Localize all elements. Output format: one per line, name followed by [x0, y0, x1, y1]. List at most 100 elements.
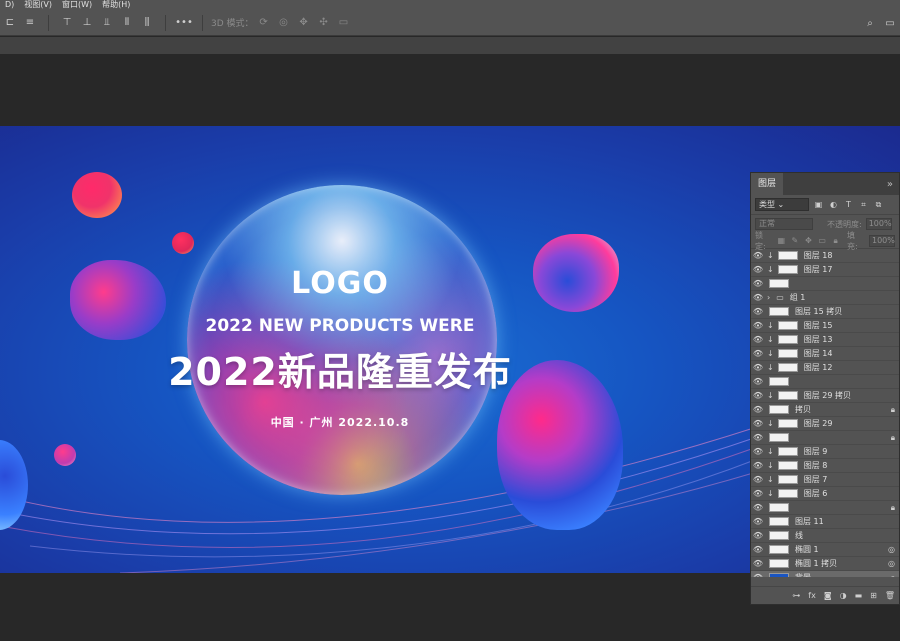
menu-item-partial[interactable]: D): [0, 0, 19, 10]
visibility-eye-icon[interactable]: 👁︎: [751, 251, 765, 260]
3d-roll-icon[interactable]: ◎: [277, 16, 291, 30]
layer-thumbnail: [777, 363, 798, 372]
visibility-eye-icon[interactable]: 👁︎: [751, 433, 765, 442]
visibility-eye-icon[interactable]: 👁︎: [751, 475, 765, 484]
layer-row[interactable]: 👁︎ ↓ 图层 29: [751, 417, 899, 431]
search-icon[interactable]: ⌕: [863, 16, 877, 30]
layer-row[interactable]: 👁︎ › ▭ 组 1: [751, 291, 899, 305]
layer-row[interactable]: 👁︎ 🔒︎: [751, 431, 899, 445]
3d-pan-icon[interactable]: ✥: [297, 16, 311, 30]
visibility-eye-icon[interactable]: 👁︎: [751, 265, 765, 274]
new-group-icon[interactable]: ▬: [855, 591, 863, 600]
align-center-icon[interactable]: ≡: [23, 16, 37, 30]
layer-row[interactable]: 👁︎ 🔒︎: [751, 501, 899, 515]
visibility-eye-icon[interactable]: 👁︎: [751, 419, 765, 428]
layers-panel: 图层 » 类型 ⌄ ▣ ◐ T ⌗ ⧉ 正常 不透明度: 100% 锁定: ▦ …: [750, 172, 900, 605]
delete-layer-icon[interactable]: 🗑︎: [885, 591, 895, 600]
blend-mode-select[interactable]: 正常: [755, 218, 813, 230]
layer-row[interactable]: 👁︎ 椭圆 1 ◎: [751, 543, 899, 557]
visibility-eye-icon[interactable]: 👁︎: [751, 335, 765, 344]
layer-row[interactable]: 👁︎ ↓ 图层 13: [751, 333, 899, 347]
opacity-field[interactable]: 100%: [865, 218, 892, 230]
visibility-eye-icon[interactable]: 👁︎: [751, 405, 765, 414]
visibility-eye-icon[interactable]: 👁︎: [751, 377, 765, 386]
align-middle-icon[interactable]: ⊥: [80, 16, 94, 30]
fill-field[interactable]: 100%: [869, 234, 895, 247]
visibility-eye-icon[interactable]: 👁︎: [751, 321, 765, 330]
layer-row[interactable]: 👁︎ ↓ 图层 12: [751, 361, 899, 375]
panel-collapse-icon[interactable]: »: [887, 179, 899, 190]
layer-row[interactable]: 👁︎ 拷贝 🔒︎: [751, 403, 899, 417]
layer-effects-icon: ◎: [888, 559, 895, 568]
layer-lock-icon: 🔒︎: [890, 572, 895, 578]
lock-artboard-icon[interactable]: ▭: [817, 236, 828, 245]
add-mask-icon[interactable]: ◙: [824, 591, 832, 600]
layer-name: 背景: [795, 572, 811, 577]
layer-row[interactable]: 👁︎ 背景 🔒︎: [751, 571, 899, 577]
visibility-eye-icon[interactable]: 👁︎: [751, 461, 765, 470]
visibility-eye-icon[interactable]: 👁︎: [751, 279, 765, 288]
distribute-h-icon[interactable]: ⫼: [140, 16, 154, 30]
workspace-icon[interactable]: ▭: [883, 16, 897, 30]
menu-item-window[interactable]: 窗口(W): [57, 0, 97, 10]
visibility-eye-icon[interactable]: 👁︎: [751, 307, 765, 316]
visibility-eye-icon[interactable]: 👁︎: [751, 447, 765, 456]
distribute-icon[interactable]: ⫴: [120, 16, 134, 30]
visibility-eye-icon[interactable]: 👁︎: [751, 391, 765, 400]
visibility-eye-icon[interactable]: 👁︎: [751, 489, 765, 498]
layer-row[interactable]: 👁︎: [751, 277, 899, 291]
group-expand-icon[interactable]: ›: [767, 293, 770, 302]
visibility-eye-icon[interactable]: 👁︎: [751, 503, 765, 512]
visibility-eye-icon[interactable]: 👁︎: [751, 545, 765, 554]
align-bottom-icon[interactable]: ⫫: [100, 16, 114, 30]
layer-row[interactable]: 👁︎ 图层 15 拷贝: [751, 305, 899, 319]
lock-paint-icon[interactable]: ✎: [790, 236, 801, 245]
central-bubble: [187, 185, 497, 495]
3d-camera-icon[interactable]: ▭: [337, 16, 351, 30]
lock-all-icon[interactable]: 🔒︎: [830, 236, 841, 246]
layer-row[interactable]: 👁︎ 线: [751, 529, 899, 543]
visibility-eye-icon[interactable]: 👁︎: [751, 517, 765, 526]
filter-kind-select[interactable]: 类型 ⌄: [755, 198, 809, 211]
layer-row[interactable]: 👁︎ 椭圆 1 拷贝 ◎: [751, 557, 899, 571]
menu-item-help[interactable]: 帮助(H): [97, 0, 135, 10]
layer-row[interactable]: 👁︎ 图层 11: [751, 515, 899, 529]
layer-row[interactable]: 👁︎ ↓ 图层 14: [751, 347, 899, 361]
filter-smart-icon[interactable]: ⧉: [873, 199, 884, 210]
opacity-label: 不透明度:: [827, 219, 862, 229]
visibility-eye-icon[interactable]: 👁︎: [751, 573, 765, 577]
more-options-icon[interactable]: •••: [175, 16, 193, 30]
link-layers-icon[interactable]: ⊶: [792, 591, 800, 600]
layer-row[interactable]: 👁︎ ↓ 图层 6: [751, 487, 899, 501]
visibility-eye-icon[interactable]: 👁︎: [751, 363, 765, 372]
filter-shape-icon[interactable]: ⌗: [858, 199, 869, 210]
visibility-eye-icon[interactable]: 👁︎: [751, 349, 765, 358]
filter-type-icon[interactable]: T: [843, 199, 854, 210]
layer-row[interactable]: 👁︎ ↓ 图层 18: [751, 249, 899, 263]
layer-row[interactable]: 👁︎ ↓ 图层 7: [751, 473, 899, 487]
fx-icon[interactable]: fx: [808, 591, 816, 600]
layer-list: 👁︎ ↓ 图层 18 👁︎ ↓ 图层 17 👁︎ 👁︎ › ▭ 组 1 👁︎ 图层 15 拷贝 👁︎ ↓ 图层…: [751, 249, 899, 577]
layer-row[interactable]: 👁︎ ↓ 图层 8: [751, 459, 899, 473]
layer-row[interactable]: 👁︎: [751, 375, 899, 389]
menu-item-view[interactable]: 视图(V): [19, 0, 57, 10]
lock-transparent-icon[interactable]: ▦: [776, 236, 787, 245]
3d-slide-icon[interactable]: ✣: [317, 16, 331, 30]
3d-rotate-icon[interactable]: ⟳: [257, 16, 271, 30]
lock-move-icon[interactable]: ✥: [803, 236, 814, 245]
align-left-icon[interactable]: ⊏: [3, 16, 17, 30]
layer-row[interactable]: 👁︎ ↓ 图层 29 拷贝: [751, 389, 899, 403]
tab-layers[interactable]: 图层: [751, 173, 784, 195]
visibility-eye-icon[interactable]: 👁︎: [751, 559, 765, 568]
filter-adjust-icon[interactable]: ◐: [828, 199, 839, 210]
layer-row[interactable]: 👁︎ ↓ 图层 15: [751, 319, 899, 333]
divider: [202, 14, 203, 31]
align-top-icon[interactable]: ⊤: [60, 16, 74, 30]
filter-pixel-icon[interactable]: ▣: [813, 199, 824, 210]
visibility-eye-icon[interactable]: 👁︎: [751, 293, 765, 302]
adjustment-layer-icon[interactable]: ◑: [840, 591, 847, 600]
visibility-eye-icon[interactable]: 👁︎: [751, 531, 765, 540]
layer-row[interactable]: 👁︎ ↓ 图层 9: [751, 445, 899, 459]
layer-row[interactable]: 👁︎ ↓ 图层 17: [751, 263, 899, 277]
new-layer-icon[interactable]: ⊞: [870, 591, 877, 600]
